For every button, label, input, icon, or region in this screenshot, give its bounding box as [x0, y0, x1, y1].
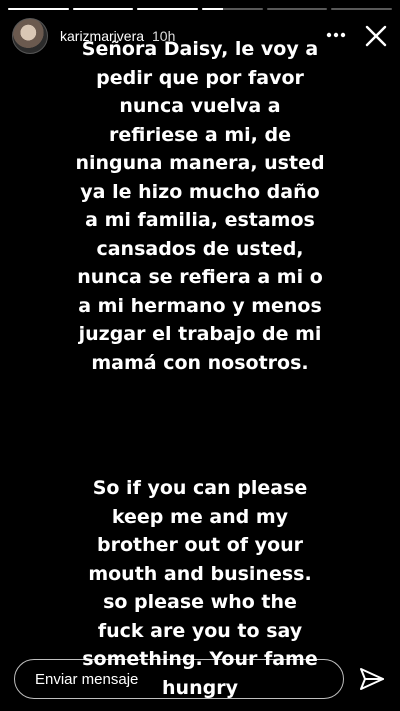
progress-fill [8, 8, 69, 10]
progress-segment [331, 8, 393, 10]
progress-fill [72, 8, 134, 10]
progress-segment [72, 8, 134, 10]
progress-fill [202, 8, 224, 10]
message-input[interactable] [14, 659, 344, 699]
progress-segment [202, 8, 263, 10]
story-reply-bar [14, 658, 386, 700]
progress-segment [137, 8, 199, 10]
story-text-spanish: Señora Daisy, le voy a pedir que por fav… [75, 38, 325, 374]
progress-segment [266, 8, 328, 10]
avatar[interactable] [12, 18, 48, 54]
progress-fill [137, 8, 199, 10]
story-progress-bar [8, 8, 393, 10]
send-icon[interactable] [358, 665, 386, 693]
progress-segment [8, 8, 69, 10]
close-icon[interactable] [362, 22, 390, 50]
